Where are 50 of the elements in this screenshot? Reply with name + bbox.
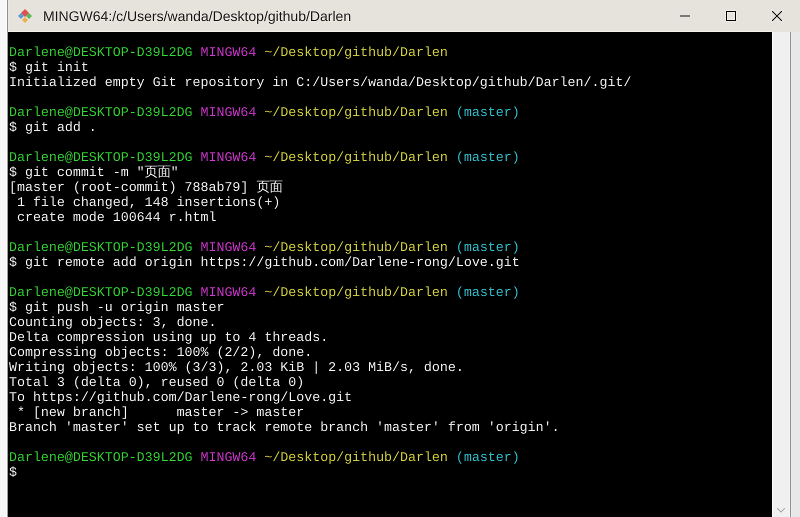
- prompt-path: ~/Desktop/github/Darlen: [264, 45, 448, 60]
- prompt-branch: (master): [456, 105, 520, 120]
- maximize-icon: [726, 11, 736, 21]
- output-line: * [new branch] master -> master: [16, 405, 304, 420]
- prompt-symbol: $: [9, 255, 17, 270]
- prompt-symbol: $: [9, 120, 17, 135]
- output-line: Compressing objects: 100% (2/2), done.: [9, 345, 312, 360]
- output-line: Counting objects: 3, done.: [9, 315, 216, 330]
- command-text: git remote add origin https://github.com/Darlene-rong/Love.git: [24, 255, 520, 270]
- output-line: create mode 100644 r.html: [16, 210, 216, 225]
- prompt-symbol: $: [9, 300, 17, 315]
- prompt-symbol: $: [9, 165, 17, 180]
- prompt-system: MINGW64: [200, 285, 256, 300]
- app-icon: [17, 8, 33, 24]
- prompt-branch: (master): [456, 150, 520, 165]
- prompt-user: Darlene@DESKTOP-D39L2DG: [9, 105, 193, 120]
- prompt-user: Darlene@DESKTOP-D39L2DG: [9, 450, 193, 465]
- prompt-system: MINGW64: [200, 105, 256, 120]
- output-line: Writing objects: 100% (3/3), 2.03 KiB | 2.03 MiB/s, done.: [9, 360, 464, 375]
- prompt-branch: (master): [456, 450, 520, 465]
- prompt-system: MINGW64: [200, 45, 256, 60]
- output-line: To https://github.com/Darlene-rong/Love.git: [9, 390, 352, 405]
- prompt-system: MINGW64: [200, 240, 256, 255]
- close-icon: [772, 11, 782, 21]
- prompt-user: Darlene@DESKTOP-D39L2DG: [9, 240, 193, 255]
- prompt-path: ~/Desktop/github/Darlen: [264, 240, 448, 255]
- command-text: git push -u origin master: [24, 300, 224, 315]
- prompt-path: ~/Desktop/github/Darlen: [264, 105, 448, 120]
- prompt-branch: (master): [456, 285, 520, 300]
- output-line: 1 file changed, 148 insertions(+): [16, 195, 280, 210]
- prompt-branch: (master): [456, 240, 520, 255]
- prompt-path: ~/Desktop/github/Darlen: [264, 450, 448, 465]
- prompt-path: ~/Desktop/github/Darlen: [264, 285, 448, 300]
- command-text: git add .: [24, 120, 97, 135]
- prompt-user: Darlene@DESKTOP-D39L2DG: [9, 150, 193, 165]
- prompt-symbol: $: [9, 465, 17, 480]
- output-line: Total 3 (delta 0), reused 0 (delta 0): [9, 375, 304, 390]
- window-title: MINGW64:/c/Users/wanda/Desktop/github/Darlen: [43, 6, 352, 26]
- output-line: Branch 'master' set up to track remote branch 'master' from 'origin'.: [9, 420, 560, 435]
- prompt-system: MINGW64: [200, 450, 256, 465]
- command-text: git commit -m "页面": [24, 165, 179, 180]
- output-line: Delta compression using up to 4 threads.: [9, 330, 328, 345]
- prompt-user: Darlene@DESKTOP-D39L2DG: [9, 285, 193, 300]
- prompt-system: MINGW64: [200, 150, 256, 165]
- prompt-symbol: $: [9, 60, 17, 75]
- output-line: Initialized empty Git repository in C:/Users/wanda/Desktop/github/Darlen/.git/: [9, 75, 632, 90]
- output-line: [master (root-commit) 788ab79] 页面: [9, 180, 282, 195]
- prompt-path: ~/Desktop/github/Darlen: [264, 150, 448, 165]
- command-text: git init: [24, 60, 89, 75]
- prompt-user: Darlene@DESKTOP-D39L2DG: [9, 45, 193, 60]
